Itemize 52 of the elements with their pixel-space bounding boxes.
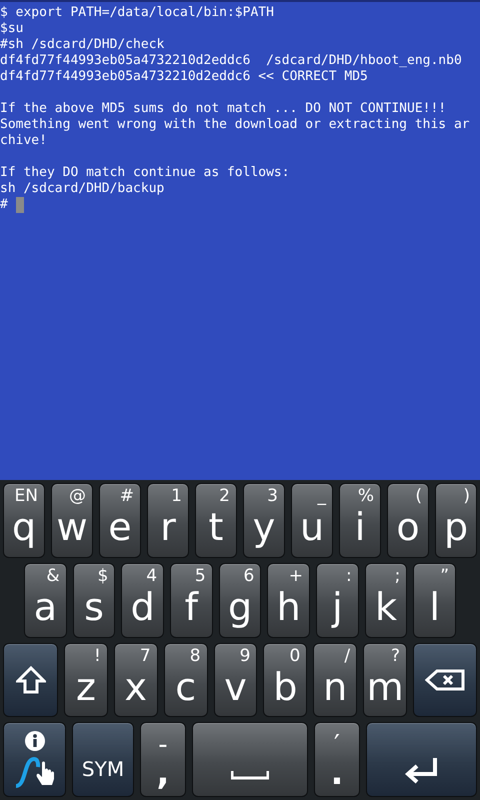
letter-key[interactable]: 0 b: [263, 642, 308, 718]
letter-key[interactable]: 6 g: [218, 562, 262, 638]
terminal-line: $su: [0, 21, 24, 37]
backspace-key[interactable]: [413, 642, 478, 718]
info-icon: [24, 730, 44, 751]
letter-key[interactable]: ; k: [364, 562, 408, 638]
letter-key[interactable]: % i: [339, 483, 381, 558]
terminal-line: #sh /sdcard/DHD/check: [0, 37, 164, 53]
space-key[interactable]: [192, 722, 308, 797]
terminal-line: sh /sdcard/DHD/backup: [0, 181, 164, 197]
letter-key[interactable]: 9 v: [214, 642, 258, 718]
shift-icon: [16, 666, 46, 694]
letter-key[interactable]: 3 y: [243, 483, 285, 558]
letter-key[interactable]: $ s: [72, 562, 116, 638]
letter-key[interactable]: ” l: [413, 562, 456, 638]
letter-key[interactable]: ! z: [64, 642, 108, 718]
swipe-hand-icon: [14, 754, 56, 789]
terminal-line: #: [0, 197, 9, 213]
letter-key[interactable]: 7 x: [114, 642, 158, 718]
letter-key[interactable]: EN q: [3, 483, 45, 558]
letter-key[interactable]: 8 c: [164, 642, 208, 718]
backspace-icon: [425, 668, 466, 691]
letter-key[interactable]: # e: [99, 483, 141, 558]
letter-key[interactable]: 1 r: [147, 483, 189, 558]
letter-key[interactable]: & a: [24, 562, 67, 638]
terminal-line: df4fd77f44993eb05a4732210d2eddc6 /sdcard/DHD/hboot_eng.nb0: [0, 53, 462, 69]
terminal-line: If they DO match continue as follows:: [0, 165, 290, 181]
terminal-line: Something went wrong with the download or extracting this ar: [0, 117, 470, 133]
letter-key[interactable]: / n: [313, 642, 358, 718]
enter-icon: [404, 756, 438, 784]
terminal-line: If the above MD5 sums do not match ... DO NOT CONTINUE!!!: [0, 101, 446, 117]
swype-key[interactable]: [3, 722, 66, 797]
letter-key[interactable]: 5 f: [170, 562, 213, 638]
shift-key[interactable]: [3, 642, 58, 718]
terminal-line: $ export PATH=/data/local/bin:$PATH: [0, 5, 274, 21]
letter-key[interactable]: 4 d: [121, 562, 164, 638]
space-icon: [231, 770, 269, 780]
terminal-screen[interactable]: [0, 0, 480, 480]
punctuation-key[interactable]: ′ .: [314, 722, 360, 797]
letter-key[interactable]: ( o: [387, 483, 429, 558]
terminal-line: df4fd77f44993eb05a4732210d2eddc6 << CORRECT MD5: [0, 69, 368, 85]
letter-key[interactable]: ? m: [363, 642, 408, 718]
letter-key[interactable]: : j: [316, 562, 359, 638]
punctuation-key[interactable]: - ,: [140, 722, 186, 797]
letter-key[interactable]: _ u: [291, 483, 333, 558]
enter-key[interactable]: [366, 722, 477, 797]
letter-key[interactable]: @ w: [51, 483, 93, 558]
letter-key[interactable]: + h: [267, 562, 310, 638]
terminal-line: chive!: [0, 133, 47, 149]
letter-key[interactable]: 2 t: [195, 483, 237, 558]
symbols-key[interactable]: SYM: [72, 722, 134, 797]
letter-key[interactable]: ) p: [435, 483, 477, 558]
